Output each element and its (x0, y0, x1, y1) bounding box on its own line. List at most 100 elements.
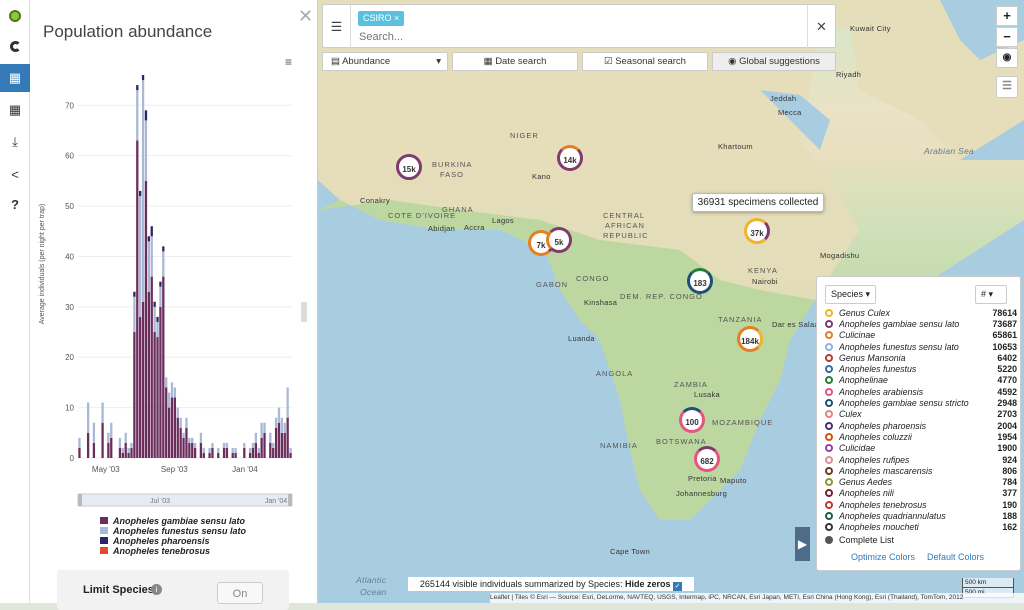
species-row[interactable]: Anopheles funestus 5220 (825, 363, 1017, 374)
bar-segment (167, 392, 171, 408)
layers-icon[interactable]: ☰ (996, 76, 1018, 98)
bar-segment (193, 447, 197, 458)
globe-icon: ◉ (728, 56, 740, 67)
chart-icon[interactable]: ▦ (0, 64, 30, 92)
label-conakry: Conakry (360, 196, 391, 205)
species-row[interactable]: Anopheles moucheti 162 (825, 522, 1017, 533)
bar-segment (280, 432, 284, 458)
species-row[interactable]: Anopheles tenebrosus 190 (825, 499, 1017, 510)
species-row[interactable]: Genus Mansonia 6402 (825, 352, 1017, 363)
species-name: Anopheles gambiae sensu stricto (839, 398, 969, 409)
bar-segment (185, 417, 188, 428)
cluster-marker[interactable]: 682 (694, 446, 720, 472)
legend-item-gambiae[interactable]: Anopheles gambiae sensu lato (100, 516, 246, 526)
species-row[interactable]: Anopheles arabiensis 4592 (825, 386, 1017, 397)
zoom-in-button[interactable]: + (996, 6, 1018, 26)
species-row[interactable]: Anopheles funestus sensu lato 10653 (825, 341, 1017, 352)
table-icon[interactable]: ▦ (0, 96, 30, 124)
cluster-marker[interactable]: 183 (687, 268, 713, 294)
count-dropdown[interactable]: # ▾ (975, 285, 1007, 304)
abundance-dropdown[interactable]: ▤ Abundance ▾ (322, 52, 448, 71)
legend-item-funestus[interactable]: Anopheles funestus sensu lato (100, 526, 246, 536)
search-input[interactable] (359, 29, 779, 45)
info-icon[interactable]: i (151, 584, 162, 595)
species-count: 2004 (997, 420, 1017, 431)
cluster-marker[interactable]: 5k (546, 227, 572, 253)
label-zambia: ZAMBIA (674, 380, 708, 389)
close-icon[interactable]: ✕ (298, 6, 313, 27)
species-row[interactable]: Anopheles gambiae sensu lato 73687 (825, 318, 1017, 329)
locate-globe-icon[interactable]: ◉ (996, 48, 1018, 68)
bar-segment (141, 75, 145, 81)
complete-list-item[interactable]: Complete List (825, 535, 894, 545)
zoom-out-button[interactable]: − (996, 27, 1018, 47)
bar-segment (130, 447, 133, 458)
limit-species-toggle[interactable]: On (217, 582, 263, 604)
species-color-dot (825, 342, 833, 351)
species-row[interactable]: Anophelinae 4770 (825, 375, 1017, 386)
cluster-marker[interactable]: 37k (744, 218, 770, 244)
species-row[interactable]: Anopheles mascarensis 806 (825, 465, 1017, 476)
species-row[interactable]: Anopheles nili 377 (825, 488, 1017, 499)
limit-species-label: Limit Species (83, 584, 154, 596)
species-dropdown[interactable]: Species ▾ (825, 285, 877, 304)
status-text: 265144 visible individuals summarized by… (419, 579, 623, 589)
species-row[interactable]: Genus Culex 78614 (825, 307, 1017, 318)
bar-segment (179, 427, 182, 458)
bar-segment (217, 447, 220, 453)
species-row[interactable]: Anopheles gambiae sensu stricto 2948 (825, 397, 1017, 408)
species-row[interactable]: Anopheles rufipes 924 (825, 454, 1017, 465)
y-tick-label: 0 (70, 454, 75, 463)
bar-segment (199, 432, 203, 443)
seasonal-search-button[interactable]: ☑ Seasonal search (582, 52, 708, 71)
label-lagos: Lagos (492, 216, 514, 225)
date-search-button[interactable]: ▦ Date search (452, 52, 578, 71)
help-icon[interactable]: ? (0, 190, 30, 218)
bar-segment (185, 427, 188, 458)
leaf-logo-icon[interactable] (0, 2, 30, 30)
bar-segment (208, 452, 211, 458)
species-color-dot (825, 489, 833, 498)
default-colors-link[interactable]: Default Colors (927, 552, 984, 562)
cluster-marker[interactable]: 15k (396, 154, 422, 180)
species-row[interactable]: Anopheles pharoensis 2004 (825, 420, 1017, 431)
species-row[interactable]: Anopheles quadriannulatus 188 (825, 510, 1017, 521)
expand-panel-button[interactable]: ▶ (795, 527, 810, 561)
legend-swatch (100, 517, 108, 524)
bar-segment (176, 407, 179, 418)
menu-icon[interactable]: ☰ (323, 5, 351, 49)
abundance-chart[interactable]: Average individuals (per night per trap)… (30, 50, 318, 520)
legend-swatch (100, 537, 108, 544)
download-icon[interactable]: ⤓ (0, 128, 30, 156)
species-color-dot (825, 353, 833, 362)
species-row[interactable]: Culex 2703 (825, 409, 1017, 420)
global-suggestions-button[interactable]: ◉ Global suggestions (712, 52, 836, 71)
legend-label: Anopheles funestus sensu lato (113, 526, 247, 536)
share-icon[interactable]: < (0, 160, 30, 188)
species-row[interactable]: Anopheles coluzzii 1954 (825, 431, 1017, 442)
species-color-dot (825, 399, 833, 408)
bar-segment (217, 452, 220, 458)
species-count: 4592 (997, 386, 1017, 397)
clear-search-icon[interactable]: ✕ (807, 5, 835, 49)
spinner-icon[interactable] (0, 32, 30, 60)
species-count: 806 (1002, 465, 1017, 476)
cluster-marker[interactable]: 100 (679, 407, 705, 433)
species-color-dot (825, 331, 833, 340)
cluster-marker[interactable]: 14k (557, 145, 583, 171)
species-row[interactable]: Culicinae 65861 (825, 330, 1017, 341)
species-row[interactable]: Culicidae 1900 (825, 443, 1017, 454)
y-tick-label: 20 (65, 353, 74, 362)
legend-label: Anopheles gambiae sensu lato (113, 516, 246, 526)
species-name: Anophelinae (839, 375, 888, 386)
legend-item-pharoensis[interactable]: Anopheles pharoensis (100, 536, 246, 546)
y-axis-label: Average individuals (per night per trap) (39, 204, 46, 325)
filter-tag-csiro[interactable]: CSIRO × (358, 11, 405, 26)
species-count: 5220 (997, 364, 1017, 375)
species-row[interactable]: Genus Aedes 784 (825, 476, 1017, 487)
optimize-colors-link[interactable]: Optimize Colors (851, 552, 915, 562)
legend-item-tenebrosus[interactable]: Anopheles tenebrosus (100, 546, 246, 556)
cluster-marker[interactable]: 184k (737, 326, 763, 352)
hide-zeros-checkbox[interactable]: ✓ (673, 582, 683, 591)
bar-segment (170, 382, 174, 398)
